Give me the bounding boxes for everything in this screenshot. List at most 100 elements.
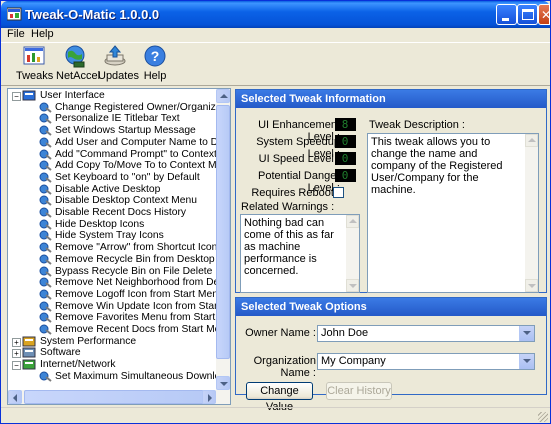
close-button[interactable]: ✕ [538, 4, 551, 25]
related-warnings-text: Nothing bad can come of this as far as m… [244, 217, 334, 277]
toolbar-help-label: Help [143, 70, 167, 82]
change-value-button[interactable]: Change Value [246, 382, 313, 413]
category-icon [22, 90, 36, 101]
tree-item-label: Add "Command Prompt" to Context Menu [55, 148, 231, 160]
tweak-item-icon [39, 301, 52, 312]
tree-item-label: Remove Recycle Bin from Desktop [55, 253, 215, 265]
tweak-item-icon [39, 312, 52, 324]
tree-category-label: Software [40, 347, 81, 359]
window-title: Tweak-O-Matic 1.0.0.0 [25, 7, 160, 22]
toolbar: Tweaks NetAccel Updates ? Help [1, 42, 550, 86]
collapse-icon[interactable]: − [12, 361, 21, 371]
tweak-item-icon [39, 277, 52, 288]
tree-item-label: Remove Win Update Icon from Start Menu [55, 300, 231, 312]
related-warnings-textbox[interactable]: Nothing bad can come of this as far as m… [240, 214, 360, 293]
tweak-tree[interactable]: − User Interface Change Registered Owner/O… [7, 88, 231, 405]
ui-speed-label: UI Speed Level : [258, 153, 340, 165]
expand-icon[interactable]: + [12, 337, 21, 347]
menu-help[interactable]: Help [31, 28, 54, 40]
tweak-item-icon [39, 254, 52, 265]
toolbar-netaccel-button[interactable]: NetAccel [56, 44, 101, 84]
system-speedup-value: 0 [335, 135, 356, 148]
tree-item-label: Disable Desktop Context Menu [55, 195, 197, 207]
tree-item-label: Set Windows Startup Message [55, 125, 196, 137]
tweaks-icon [23, 46, 45, 65]
tweak-item-icon [39, 289, 52, 300]
tree-item-label: Personalize IE Titlebar Text [55, 113, 180, 125]
toolbar-netaccel-label: NetAccel [56, 70, 101, 82]
tree-category-label: User Interface [40, 90, 105, 101]
clear-history-button[interactable]: Clear History [326, 382, 392, 400]
collapse-icon[interactable]: − [12, 92, 21, 101]
tweak-description-textbox[interactable]: This tweak allows you to change the name… [367, 133, 539, 293]
scroll-thumb[interactable] [216, 105, 230, 359]
chevron-down-icon[interactable] [519, 326, 534, 341]
scroll-down-button[interactable] [216, 376, 230, 390]
tree-item-label: Set Maximum Simultaneous Downloads [55, 370, 231, 382]
maximize-button[interactable] [517, 4, 538, 25]
updates-icon [104, 45, 126, 66]
ui-speed-value: 0 [335, 152, 356, 165]
tweak-item-icon [39, 371, 52, 382]
tree-item-label: Remove Logoff Icon from Start Menu [55, 288, 224, 300]
tweak-item-icon [39, 324, 52, 335]
tweak-options-heading: Selected Tweak Options [236, 298, 546, 316]
tree-item-label: Hide Desktop Icons [55, 218, 145, 230]
owner-name-label: Owner Name : [245, 327, 316, 339]
toolbar-updates-button[interactable]: Updates [98, 44, 139, 84]
category-icon [22, 359, 36, 370]
help-icon: ? [144, 45, 166, 67]
svg-text:?: ? [151, 48, 160, 64]
danger-level-value: 0 [335, 169, 356, 182]
tweak-item-icon [39, 207, 52, 218]
toolbar-updates-label: Updates [98, 70, 139, 82]
description-scrollbar[interactable] [525, 134, 538, 292]
category-icon [22, 336, 36, 347]
related-warnings-label: Related Warnings : [241, 201, 335, 213]
owner-name-value: John Doe [321, 327, 369, 339]
tree-item-label: Hide System Tray Icons [55, 230, 164, 242]
tree-item-label: Set Keyboard to "on" by Default [55, 171, 200, 183]
title-bar[interactable]: Tweak-O-Matic 1.0.0.0 ✕ [1, 1, 551, 28]
scroll-left-button[interactable] [8, 390, 22, 404]
resize-grip-icon[interactable] [538, 412, 548, 422]
organization-name-combo[interactable]: My Company [317, 353, 535, 370]
tweak-item-icon [39, 160, 52, 171]
tree-vertical-scrollbar[interactable] [216, 89, 230, 390]
warnings-scrollbar[interactable] [346, 215, 359, 292]
tweak-description-text: This tweak allows you to change the name… [371, 136, 503, 196]
toolbar-help-button[interactable]: ? Help [141, 44, 169, 84]
menu-file[interactable]: File [7, 28, 25, 40]
tweak-item-icon [39, 184, 52, 195]
menu-bar: File Help [1, 28, 550, 42]
tweak-item-icon [39, 149, 52, 160]
tree-item-label: Disable Recent Docs History [55, 207, 187, 218]
tweak-options-panel: Selected Tweak Options Owner Name : John… [235, 297, 547, 413]
tweak-description-label: Tweak Description : [369, 119, 465, 131]
status-bar [1, 407, 550, 423]
app-icon [7, 7, 22, 21]
scroll-hthumb[interactable] [24, 390, 204, 404]
tree-category-label: Internet/Network [40, 359, 116, 371]
requires-reboot-checkbox [333, 187, 344, 198]
chevron-down-icon[interactable] [519, 354, 534, 369]
tweak-info-heading: Selected Tweak Information [236, 90, 546, 108]
tree-item-label: Add User and Computer Name to Desktop [55, 136, 231, 148]
tree-horizontal-scrollbar[interactable] [8, 390, 230, 404]
toolbar-tweaks-button[interactable]: Tweaks [16, 44, 53, 84]
tree-item-label: Remove "Arrow" from Shortcut Icon(s) [55, 242, 230, 254]
tree-item-label: Remove Favorites Menu from Start Menu [55, 312, 231, 324]
tree-item-label: Bypass Recycle Bin on File Delete [55, 265, 213, 277]
ui-enhancement-value: 8 [335, 118, 356, 131]
scroll-up-button[interactable] [216, 89, 230, 103]
tweak-item-icon [39, 266, 52, 277]
tweak-item-icon [39, 137, 52, 148]
close-icon: ✕ [541, 8, 551, 22]
tweak-item-icon [39, 195, 52, 207]
owner-name-combo[interactable]: John Doe [317, 325, 535, 342]
scroll-right-button[interactable] [202, 390, 216, 404]
tweak-info-panel: Selected Tweak Information UI Enhancemen… [235, 89, 547, 293]
minimize-button[interactable] [496, 4, 517, 25]
expand-icon[interactable]: + [12, 349, 21, 359]
organization-name-value: My Company [321, 355, 386, 367]
